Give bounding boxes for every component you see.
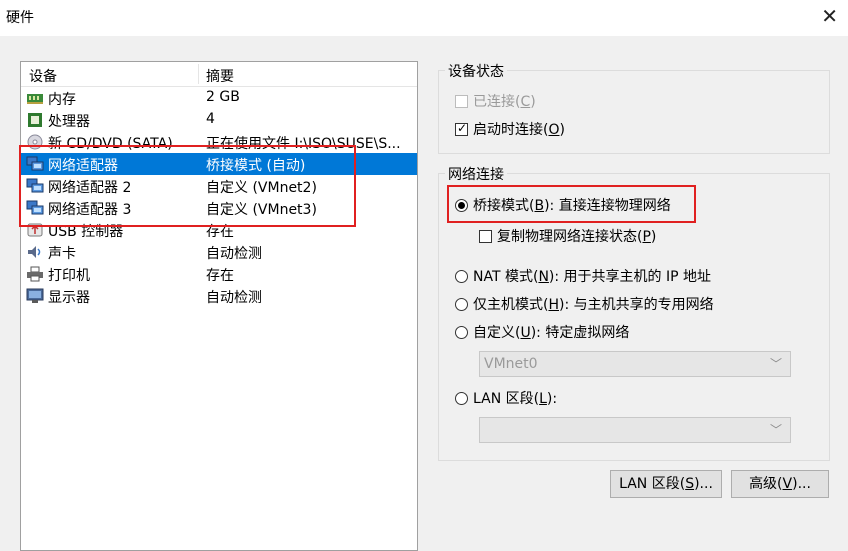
processor-icon bbox=[28, 113, 42, 127]
device-summary: 自定义 (VMnet3) bbox=[206, 202, 317, 218]
nat-label: NAT 模式(N): 用于共享主机的 IP 地址 bbox=[473, 269, 712, 285]
nat-radio[interactable]: NAT 模式(N): 用于共享主机的 IP 地址 bbox=[455, 266, 711, 286]
lan-segment-radio[interactable]: LAN 区段(L): bbox=[455, 388, 557, 408]
column-divider[interactable] bbox=[198, 64, 199, 84]
device-summary: 自定义 (VMnet2) bbox=[206, 180, 317, 196]
device-list[interactable]: 设备 摘要 内存 2 GB 处理器 4 新 CD/DVD (SATA) 正在使用… bbox=[20, 61, 418, 551]
device-row-display[interactable]: 显示器 自动检测 bbox=[21, 285, 417, 307]
device-name: 内存 bbox=[48, 92, 76, 108]
connected-checkbox[interactable]: 已连接(C) bbox=[455, 91, 536, 111]
checkbox-box bbox=[455, 94, 468, 108]
radio-circle bbox=[455, 269, 468, 283]
network-adapter-icon bbox=[26, 156, 44, 171]
check-icon: ✓ bbox=[457, 120, 468, 135]
device-summary: 自动检测 bbox=[206, 290, 262, 306]
checkbox-box bbox=[479, 229, 492, 243]
device-status-group: 设备状态 已连接(C) ✓ 启动时连接(O) bbox=[438, 61, 830, 154]
device-name: 网络适配器 3 bbox=[48, 202, 132, 218]
window-title: 硬件 bbox=[6, 10, 34, 26]
replicate-state-label: 复制物理网络连接状态(P) bbox=[497, 229, 657, 245]
custom-radio[interactable]: 自定义(U): 特定虚拟网络 bbox=[455, 322, 629, 342]
host-only-label: 仅主机模式(H): 与主机共享的专用网络 bbox=[473, 297, 714, 313]
device-row-network-adapter-2[interactable]: 网络适配器 2 自定义 (VMnet2) bbox=[21, 175, 417, 197]
device-name: 网络适配器 bbox=[48, 158, 118, 174]
device-name: 显示器 bbox=[48, 290, 90, 306]
title-bar: 硬件 ✕ bbox=[0, 0, 848, 36]
lan-segment-select[interactable]: ﹀ bbox=[479, 417, 791, 443]
connected-label: 已连接(C) bbox=[473, 94, 536, 110]
network-adapter-icon bbox=[26, 200, 44, 215]
column-header-device[interactable]: 设备 bbox=[29, 66, 57, 86]
device-summary: 自动检测 bbox=[206, 246, 262, 262]
advanced-button[interactable]: 高级(V)... bbox=[731, 470, 829, 498]
device-row-sound-card[interactable]: 声卡 自动检测 bbox=[21, 241, 417, 263]
display-icon bbox=[26, 288, 44, 303]
custom-network-value: VMnet0 bbox=[484, 356, 538, 372]
checkbox-box: ✓ bbox=[455, 120, 468, 136]
device-row-usb-controller[interactable]: USB 控制器 存在 bbox=[21, 219, 417, 241]
network-adapter-icon bbox=[26, 178, 44, 193]
radio-circle bbox=[455, 391, 468, 405]
device-summary: 存在 bbox=[206, 268, 234, 284]
cd-dvd-icon bbox=[27, 134, 43, 150]
custom-network-select[interactable]: VMnet0 ﹀ bbox=[479, 351, 791, 377]
column-header-summary[interactable]: 摘要 bbox=[206, 66, 234, 86]
network-connection-group: 网络连接 桥接模式(B): 直接连接物理网络 复制物理网络连接状态(P) NAT… bbox=[438, 164, 830, 461]
replicate-state-checkbox[interactable]: 复制物理网络连接状态(P) bbox=[479, 226, 656, 246]
list-header: 设备 摘要 bbox=[21, 62, 417, 87]
device-row-cd-dvd[interactable]: 新 CD/DVD (SATA) 正在使用文件 I:\ISO\SUSE\S... bbox=[21, 131, 417, 153]
close-icon[interactable]: ✕ bbox=[821, 4, 838, 28]
device-status-label: 设备状态 bbox=[445, 61, 507, 81]
usb-icon bbox=[27, 223, 43, 237]
device-name: 打印机 bbox=[48, 268, 90, 284]
radio-circle bbox=[455, 198, 468, 212]
device-name: 声卡 bbox=[48, 246, 76, 262]
chevron-down-icon: ﹀ bbox=[769, 423, 782, 437]
device-summary: 正在使用文件 I:\ISO\SUSE\S... bbox=[206, 136, 401, 152]
device-row-network-adapter-3[interactable]: 网络适配器 3 自定义 (VMnet3) bbox=[21, 197, 417, 219]
network-connection-label: 网络连接 bbox=[445, 164, 507, 184]
device-row-network-adapter[interactable]: 网络适配器 桥接模式 (自动) bbox=[21, 153, 417, 175]
device-name: 处理器 bbox=[48, 114, 90, 130]
host-only-radio[interactable]: 仅主机模式(H): 与主机共享的专用网络 bbox=[455, 294, 714, 314]
device-name: USB 控制器 bbox=[48, 224, 124, 240]
printer-icon bbox=[27, 266, 43, 282]
radio-circle bbox=[455, 297, 468, 311]
connect-at-power-on-checkbox[interactable]: ✓ 启动时连接(O) bbox=[455, 119, 565, 139]
bridged-label: 桥接模式(B): 直接连接物理网络 bbox=[473, 198, 671, 214]
custom-label: 自定义(U): 特定虚拟网络 bbox=[473, 325, 630, 341]
device-name: 网络适配器 2 bbox=[48, 180, 132, 196]
bridged-radio[interactable]: 桥接模式(B): 直接连接物理网络 bbox=[455, 195, 671, 215]
lan-segment-label: LAN 区段(L): bbox=[473, 391, 558, 407]
lan-segments-button[interactable]: LAN 区段(S)... bbox=[610, 470, 722, 498]
radio-dot bbox=[458, 201, 465, 209]
device-row-memory[interactable]: 内存 2 GB bbox=[21, 87, 417, 109]
device-row-printer[interactable]: 打印机 存在 bbox=[21, 263, 417, 285]
chevron-down-icon: ﹀ bbox=[769, 357, 782, 371]
device-summary: 4 bbox=[206, 111, 215, 127]
device-summary: 桥接模式 (自动) bbox=[206, 158, 306, 174]
device-summary: 存在 bbox=[206, 224, 234, 240]
device-row-processor[interactable]: 处理器 4 bbox=[21, 109, 417, 131]
radio-circle bbox=[455, 325, 468, 339]
sound-card-icon bbox=[28, 246, 41, 258]
device-name: 新 CD/DVD (SATA) bbox=[48, 136, 173, 152]
memory-icon bbox=[27, 94, 43, 104]
connect-at-power-on-label: 启动时连接(O) bbox=[473, 122, 565, 138]
device-summary: 2 GB bbox=[206, 89, 240, 105]
